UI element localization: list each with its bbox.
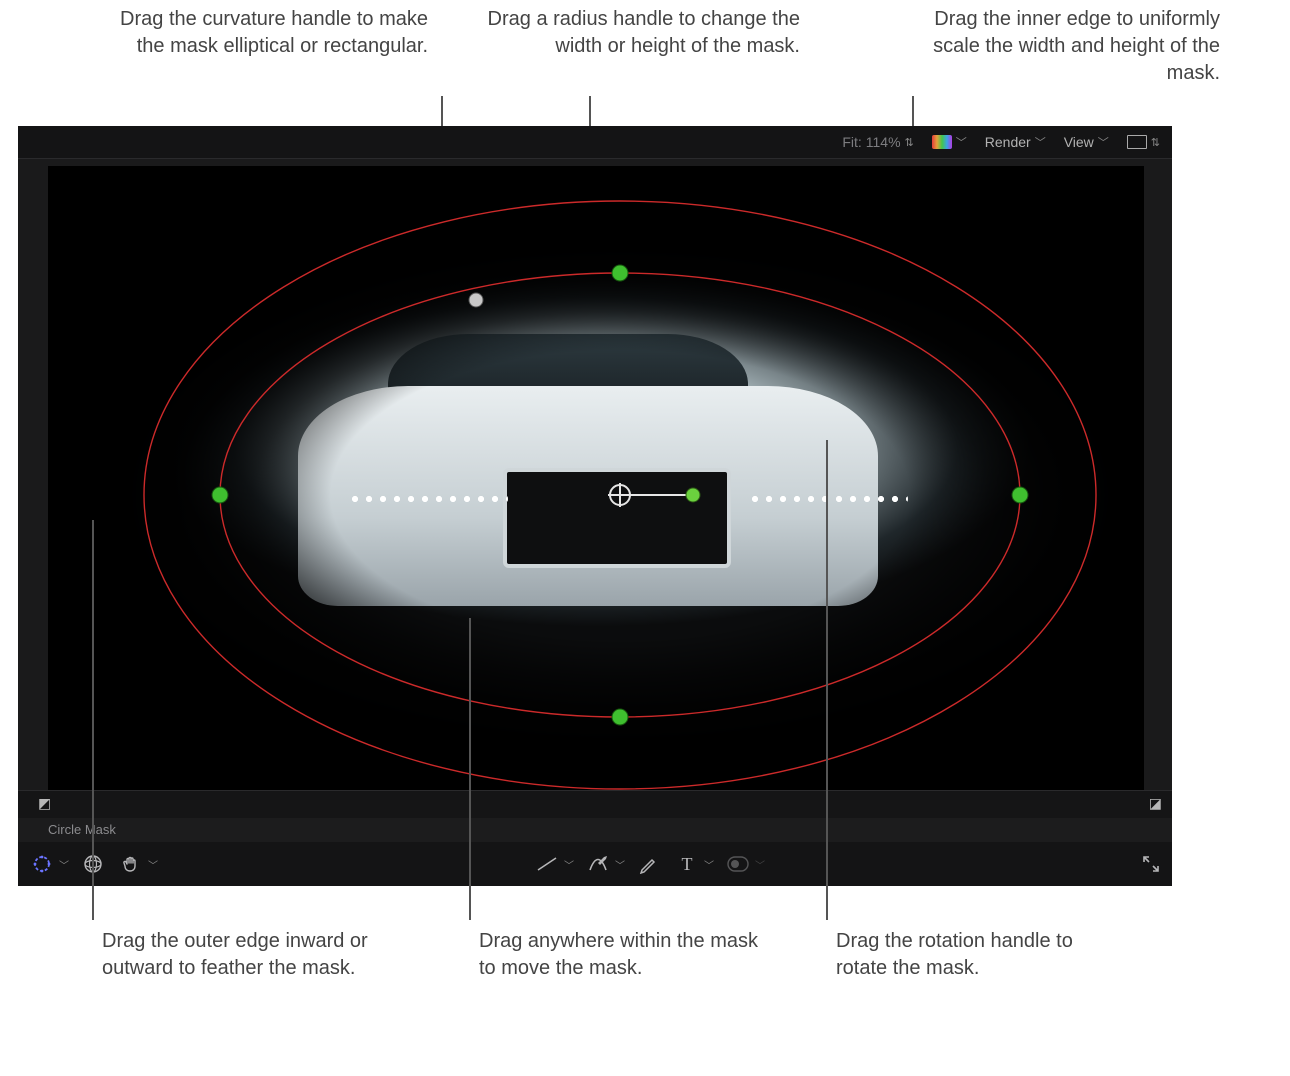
path-tool[interactable] — [584, 850, 612, 878]
view-menu[interactable]: View ﹀ — [1064, 134, 1109, 150]
chevron-down-icon: ﹀ — [956, 134, 967, 150]
play-range-strip: ◩ ◪ — [18, 790, 1172, 820]
leader-rotate — [826, 440, 828, 920]
callout-inner-edge: Drag the inner edge to uniformly scale t… — [900, 6, 1220, 87]
frame-icon — [1127, 135, 1147, 149]
shape-mask-tool[interactable] — [28, 850, 56, 878]
out-point-icon[interactable]: ◪ — [1149, 795, 1162, 812]
canvas-image — [48, 166, 1144, 790]
fit-label: Fit: — [842, 134, 861, 150]
chevron-down-icon[interactable]: ﹀ — [755, 857, 765, 872]
filter-mask-tool[interactable] — [724, 850, 752, 878]
aspect-menu[interactable]: ⇅ — [1127, 135, 1160, 149]
chevron-down-icon: ﹀ — [1098, 134, 1109, 150]
paint-tool[interactable] — [635, 850, 663, 878]
text-tool[interactable]: T — [673, 850, 701, 878]
view-label: View — [1064, 134, 1094, 150]
selected-object-strip: Circle Mask — [18, 818, 1172, 843]
zoom-value: 114% — [866, 134, 901, 150]
viewer-topbar: Fit: 114% ⇅ ﹀ Render ﹀ View ﹀ ⇅ — [18, 126, 1172, 159]
chevron-down-icon[interactable]: ﹀ — [564, 857, 574, 872]
in-point-icon[interactable]: ◩ — [38, 795, 51, 812]
updown-icon: ⇅ — [1151, 136, 1160, 149]
callout-radius: Drag a radius handle to change the width… — [480, 6, 800, 60]
viewer-window: Fit: 114% ⇅ ﹀ Render ﹀ View ﹀ ⇅ — [18, 126, 1172, 886]
selected-object-name: Circle Mask — [48, 822, 116, 837]
callout-curvature: Drag the curvature handle to make the ma… — [98, 6, 428, 60]
zoom-fit-control[interactable]: Fit: 114% ⇅ — [842, 134, 913, 150]
viewer-canvas[interactable] — [48, 166, 1144, 790]
chevron-down-icon[interactable]: ﹀ — [148, 857, 158, 872]
callout-rotate: Drag the rotation handle to rotate the m… — [836, 928, 1116, 982]
chevron-down-icon[interactable]: ﹀ — [59, 857, 69, 872]
color-channels-menu[interactable]: ﹀ — [932, 134, 967, 150]
enter-fullscreen-button[interactable] — [1140, 853, 1162, 875]
render-label: Render — [985, 134, 1031, 150]
leader-move — [469, 618, 471, 920]
callout-move: Drag anywhere within the mask to move th… — [479, 928, 759, 982]
render-menu[interactable]: Render ﹀ — [985, 134, 1046, 150]
canvas-toolbar: ﹀ ﹀ ﹀ ﹀ T ﹀ — [18, 842, 1172, 886]
hand-tool[interactable] — [117, 850, 145, 878]
color-swatch-icon — [932, 135, 952, 149]
updown-icon: ⇅ — [905, 136, 914, 149]
callout-outer-edge: Drag the outer edge inward or outward to… — [102, 928, 402, 982]
chevron-down-icon: ﹀ — [1035, 134, 1046, 150]
chevron-down-icon[interactable]: ﹀ — [704, 857, 714, 872]
chevron-down-icon[interactable]: ﹀ — [615, 857, 625, 872]
leader-outer-edge — [92, 520, 94, 920]
line-tool[interactable] — [533, 850, 561, 878]
